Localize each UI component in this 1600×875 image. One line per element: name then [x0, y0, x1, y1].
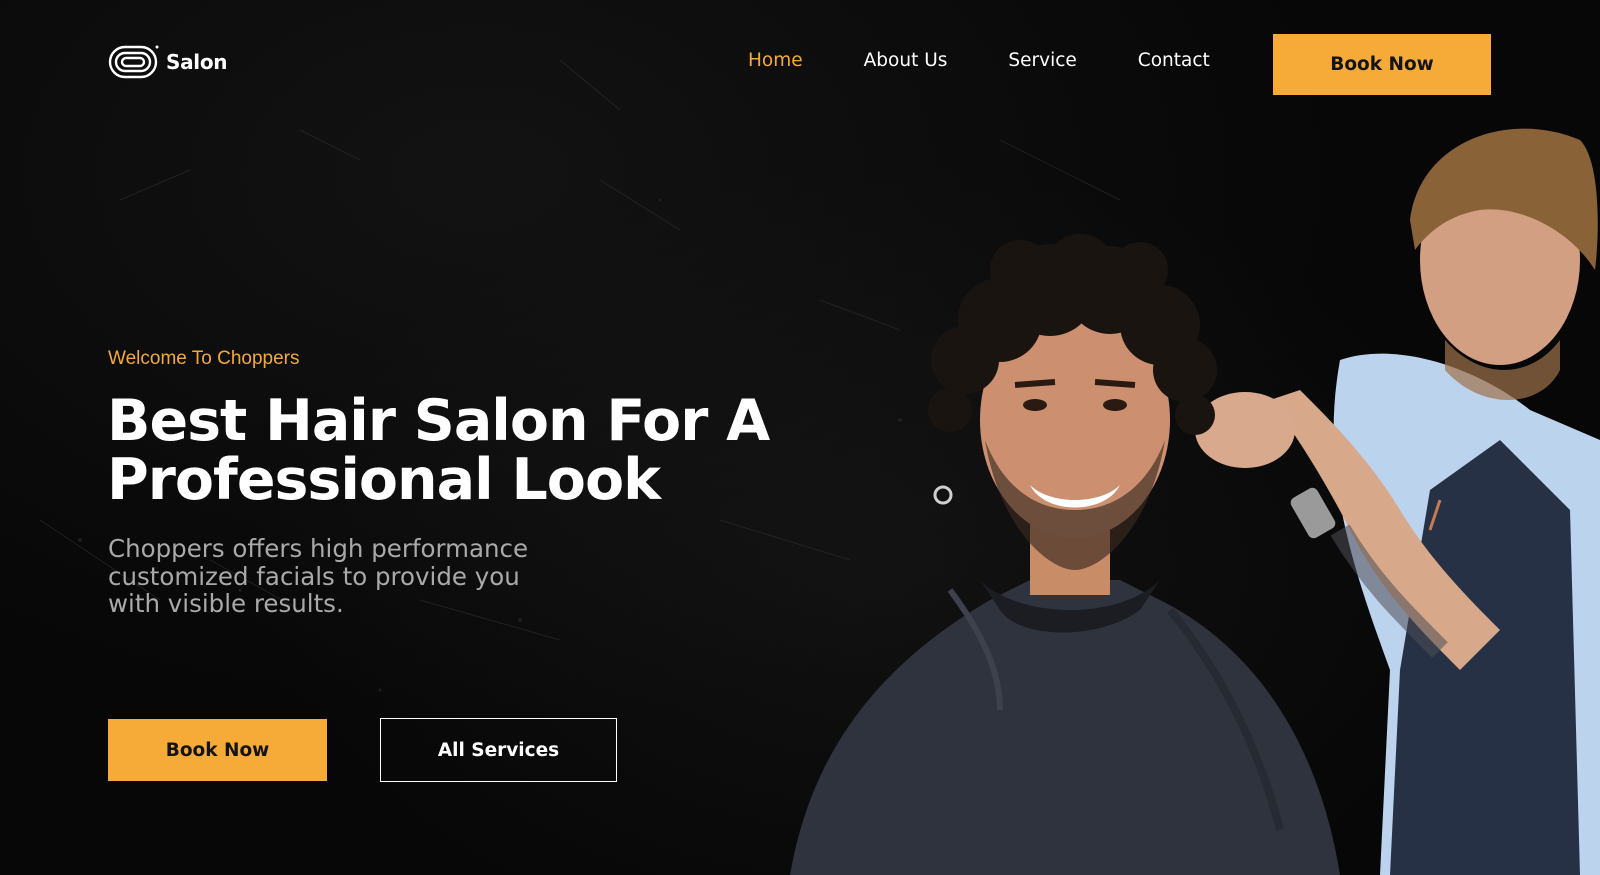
salon-logo-icon — [108, 45, 159, 79]
hero-subtext-line2: customized facials to provide you — [108, 561, 520, 591]
hero-photo-barber-and-client — [790, 128, 1600, 875]
hero-headline-line2: Professional Look — [107, 447, 661, 513]
main-nav: Home About Us Service Contact — [748, 50, 1271, 71]
nav-home[interactable]: Home — [748, 50, 803, 71]
hero-headline-line1: Best Hair Salon For A — [107, 388, 770, 454]
brand-name: Salon — [166, 50, 228, 74]
hero-section: Salon Home About Us Service Contact Book… — [0, 0, 1600, 875]
hero-subtext-line3: with visible results. — [108, 589, 344, 618]
brand-logo[interactable]: Salon — [108, 44, 228, 80]
nav-service[interactable]: Service — [1008, 50, 1076, 71]
hero-book-now-button[interactable]: Book Now — [108, 719, 327, 781]
hero-headline: Best Hair Salon For A Professional Look — [107, 392, 827, 510]
hero-subtext-line1: Choppers offers high performance — [108, 534, 529, 563]
nav-book-now-button[interactable]: Book Now — [1273, 34, 1491, 95]
nav-about-us[interactable]: About Us — [864, 50, 948, 71]
hero-eyebrow: Welcome To Choppers — [108, 348, 300, 369]
hero-subtext: Choppers offers high performance customi… — [108, 535, 578, 618]
all-services-button[interactable]: All Services — [380, 718, 617, 782]
nav-contact[interactable]: Contact — [1138, 50, 1210, 71]
client-figure — [790, 234, 1340, 875]
